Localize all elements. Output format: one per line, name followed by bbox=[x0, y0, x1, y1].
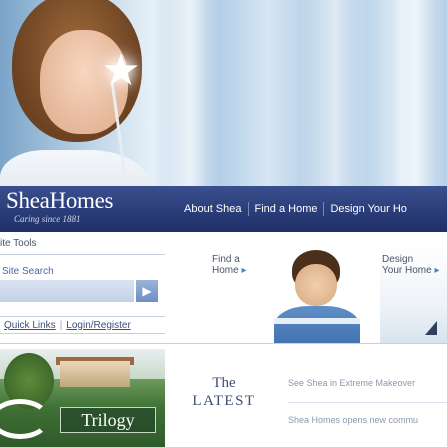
trilogy-swoosh bbox=[0, 399, 50, 439]
corner-triangle bbox=[425, 321, 437, 335]
arrow-right-icon: ▸ bbox=[241, 265, 247, 276]
search-submit-button[interactable]: ▶ bbox=[136, 280, 158, 302]
boy-stripe bbox=[274, 318, 360, 324]
divider bbox=[0, 254, 165, 255]
logo[interactable]: SheaHomes bbox=[6, 188, 113, 214]
boy-photo bbox=[250, 246, 380, 343]
design-your-home-link[interactable]: Design Your Home ▸ bbox=[382, 254, 439, 276]
latest-line1: The bbox=[212, 375, 236, 391]
star-icon: ★ bbox=[101, 46, 141, 95]
clubhouse bbox=[60, 361, 130, 387]
main-nav: About Shea Find a Home Design Your Ho bbox=[178, 186, 413, 232]
divider bbox=[288, 402, 447, 403]
search-input[interactable] bbox=[0, 280, 134, 302]
nav-about-shea[interactable]: About Shea bbox=[178, 203, 248, 215]
news-item[interactable]: Shea Homes opens new commu bbox=[288, 415, 418, 425]
tagline: Caring since 1881 bbox=[14, 214, 81, 224]
login-register-link[interactable]: Login/Register bbox=[62, 320, 134, 331]
site-tools-label: ite Tools bbox=[0, 238, 37, 249]
quick-links-bar: Quick Links | Login/Register bbox=[0, 316, 165, 334]
find-a-home-link[interactable]: Find a Home ▸ bbox=[212, 254, 247, 276]
trilogy-label-box: Trilogy bbox=[60, 407, 156, 433]
latest-heading: The LATEST bbox=[170, 374, 278, 410]
design-line2: Your Home bbox=[382, 265, 432, 276]
trilogy-banner[interactable]: Trilogy bbox=[0, 349, 165, 447]
trilogy-label: Trilogy bbox=[81, 410, 135, 430]
boy-face bbox=[295, 264, 337, 306]
quick-links-link[interactable]: Quick Links bbox=[0, 320, 60, 331]
arrow-right-icon: ▶ bbox=[142, 284, 152, 298]
divider bbox=[0, 343, 447, 344]
nav-design-your-home[interactable]: Design Your Ho bbox=[324, 203, 412, 215]
find-a-home-line2: Home bbox=[212, 265, 239, 276]
nav-find-a-home[interactable]: Find a Home bbox=[249, 203, 324, 215]
latest-line2: LATEST bbox=[192, 393, 256, 409]
site-search-label: Site Search bbox=[2, 266, 54, 277]
arrow-right-icon: ▸ bbox=[434, 265, 440, 276]
news-item[interactable]: See Shea in Extreme Makeover bbox=[288, 378, 415, 388]
search-row: ▶ bbox=[0, 280, 160, 302]
design-line1: Design bbox=[382, 254, 414, 265]
boy-body bbox=[274, 306, 360, 343]
find-a-home-line1: Find a bbox=[212, 254, 240, 265]
